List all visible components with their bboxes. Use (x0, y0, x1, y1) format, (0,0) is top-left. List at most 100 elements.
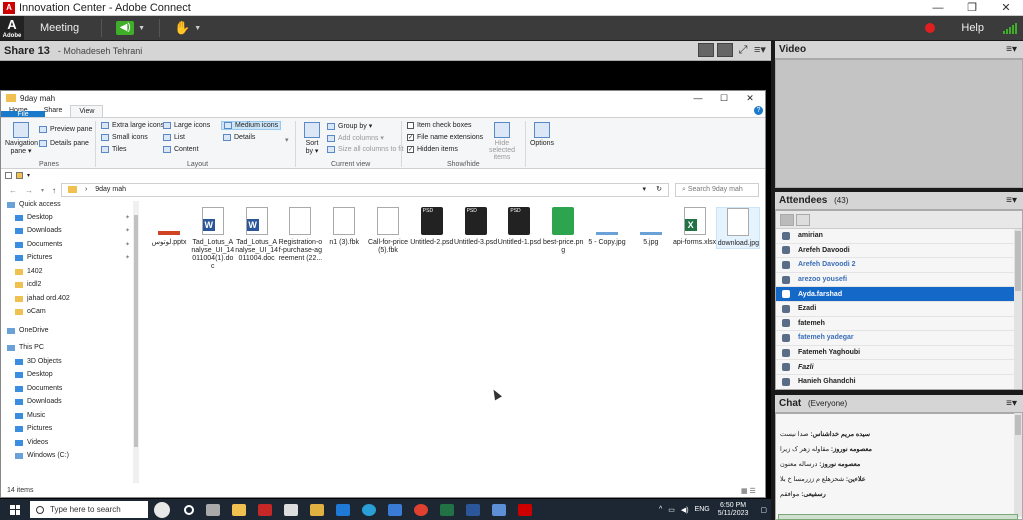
nav-scrollbar[interactable] (133, 201, 139, 483)
minimize-button[interactable]: — (921, 0, 955, 16)
medium-icons-option[interactable]: Medium icons (221, 121, 282, 130)
file-item[interactable]: 5.jpg (629, 207, 673, 247)
taskbar-search-input[interactable]: Type here to search (30, 501, 148, 518)
group-by-button[interactable]: Group by ▾ (327, 122, 372, 130)
file-name-extensions-toggle[interactable]: ✓ File name extensions (407, 134, 483, 141)
help-menu[interactable]: Help (961, 22, 984, 34)
speaker-button[interactable]: ◀) ▼ (116, 20, 145, 36)
attendees-pod-menu-icon[interactable]: ≡▾ (1006, 192, 1017, 210)
photos-icon[interactable] (492, 503, 506, 516)
tray-overflow-icon[interactable]: ^ (659, 506, 662, 513)
word-icon[interactable] (466, 503, 480, 516)
hidden-items-toggle[interactable]: ✓ Hidden items (407, 146, 458, 153)
file-item[interactable]: Call-for-price (5).fbk (366, 207, 410, 255)
file-item[interactable]: Tad_Lotus_Analyse_UI_14011004(1).doc (191, 207, 235, 271)
hide-selected-button[interactable]: Hide selected items (479, 122, 525, 161)
attendee-row[interactable]: Hanieh Ghandchi (776, 375, 1022, 389)
chevron-down-icon[interactable]: ▼ (138, 25, 145, 32)
help-icon[interactable]: ? (754, 106, 763, 115)
attendee-row[interactable]: Ezadi (776, 302, 1022, 317)
chat-scrollbar[interactable] (1014, 413, 1022, 517)
adobe-connect-icon[interactable] (518, 503, 532, 516)
list-view-icon[interactable] (780, 213, 794, 226)
folder-app-icon[interactable] (310, 503, 324, 516)
nav-item[interactable]: Desktop (15, 371, 53, 378)
tiles-option[interactable]: Tiles (101, 146, 127, 153)
attendee-row[interactable]: fatemeh yadegar (776, 331, 1022, 346)
preview-pane-button[interactable]: Preview pane (39, 126, 92, 133)
nav-scroll-thumb[interactable] (134, 215, 138, 447)
attendee-row[interactable]: fatemeh (776, 317, 1022, 332)
properties-icon[interactable] (5, 171, 12, 179)
store-icon[interactable] (388, 503, 402, 516)
app-icon[interactable] (284, 503, 298, 516)
network-icon[interactable]: ▭ (668, 506, 675, 514)
attendee-row[interactable]: arezoo yousefi (776, 273, 1022, 288)
explorer-minimize-button[interactable]: — (685, 91, 711, 105)
tab-view[interactable]: View (70, 105, 104, 117)
keyboard-lang[interactable]: ENG (695, 506, 710, 513)
recent-locations-icon[interactable]: ▾ (41, 187, 44, 194)
details-option[interactable]: Details (223, 134, 255, 141)
large-icons-option[interactable]: Large icons (163, 122, 210, 129)
chrome-icon[interactable] (414, 503, 428, 516)
nav-item[interactable]: Videos (15, 439, 48, 446)
file-item[interactable]: Untitled-2.psd (410, 207, 454, 247)
file-item[interactable]: Untitled-1.psd (497, 207, 541, 247)
explorer-maximize-button[interactable]: ☐ (711, 91, 737, 105)
meeting-menu[interactable]: Meeting (40, 22, 79, 34)
attendee-row[interactable]: Arefeh Davoodi 2 (776, 258, 1022, 273)
search-input[interactable]: ⌕ Search 9day mah (675, 183, 759, 197)
chat-input[interactable] (778, 514, 1018, 520)
content-option[interactable]: Content (163, 146, 199, 153)
nav-item[interactable]: This PC (7, 344, 44, 351)
view-toggle-icon[interactable] (698, 43, 714, 57)
task-view-icon[interactable] (184, 504, 194, 515)
nav-item[interactable]: Documents (15, 241, 62, 248)
nav-item[interactable]: Quick access (7, 201, 61, 208)
list-option[interactable]: List (163, 134, 185, 141)
attendee-row[interactable]: Fatemeh Yaghoubi (776, 346, 1022, 361)
mail-icon[interactable] (336, 503, 350, 516)
nav-item[interactable]: Desktop (15, 214, 53, 221)
file-item[interactable]: لوتوس.pptx (147, 207, 191, 247)
size-columns-button[interactable]: Size all columns to fit (327, 146, 404, 153)
address-dropdown-icon[interactable]: ▾ (642, 184, 646, 196)
file-explorer-icon[interactable] (232, 503, 246, 516)
layout-expand-icon[interactable]: ▾ (285, 136, 289, 144)
chat-scroll-thumb[interactable] (1015, 415, 1021, 435)
back-icon[interactable]: ← (9, 186, 17, 195)
refresh-icon[interactable]: ↻ (656, 184, 662, 196)
customize-toolbar-icon[interactable]: ▾ (27, 172, 34, 179)
file-item[interactable]: Tad_Lotus_Analyse_UI_14011004.doc (235, 207, 279, 263)
file-item[interactable]: Untitled-3.psd (454, 207, 498, 247)
pod-menu-icon[interactable]: ≡▾ (753, 43, 767, 57)
close-button[interactable]: ✕ (989, 0, 1023, 16)
attendee-row[interactable]: Fazli (776, 360, 1022, 375)
forward-icon[interactable]: → (25, 186, 33, 195)
status-button[interactable]: ✋ ▼ (174, 20, 201, 36)
attendee-scrollbar[interactable] (1014, 229, 1022, 389)
nav-item[interactable]: Windows (C:) (15, 452, 69, 459)
attendee-row[interactable]: amirian (776, 229, 1022, 244)
sort-by-button[interactable]: Sort by ▾ (301, 122, 323, 155)
nav-item[interactable]: icdl2 (15, 281, 41, 288)
new-folder-icon[interactable] (16, 171, 23, 179)
file-item[interactable]: best-price.png (541, 207, 585, 255)
address-bar[interactable]: › 9day mah ▾ ↻ (61, 183, 669, 197)
nav-item[interactable]: Pictures (15, 425, 52, 432)
attendee-scroll-thumb[interactable] (1015, 231, 1021, 291)
chevron-down-icon[interactable]: ▼ (194, 25, 201, 32)
details-pane-button[interactable]: Details pane (39, 140, 89, 147)
role-view-icon[interactable] (796, 213, 810, 226)
nav-item[interactable]: OneDrive (7, 327, 49, 334)
record-icon[interactable] (925, 23, 936, 33)
file-item[interactable]: n1 (3).fbk (322, 207, 366, 247)
view-mode-icons[interactable]: ▦ ☰ (741, 487, 756, 495)
file-item[interactable]: download.jpg (716, 207, 761, 249)
attendee-row[interactable]: Ayda.farshad (776, 287, 1022, 302)
navigation-pane-button[interactable]: Navigation pane ▾ (5, 122, 38, 155)
maximize-button[interactable]: ❐ (955, 0, 989, 16)
nav-item[interactable]: oCam (15, 308, 46, 315)
nav-item[interactable]: jahad ord.402 (15, 295, 70, 302)
